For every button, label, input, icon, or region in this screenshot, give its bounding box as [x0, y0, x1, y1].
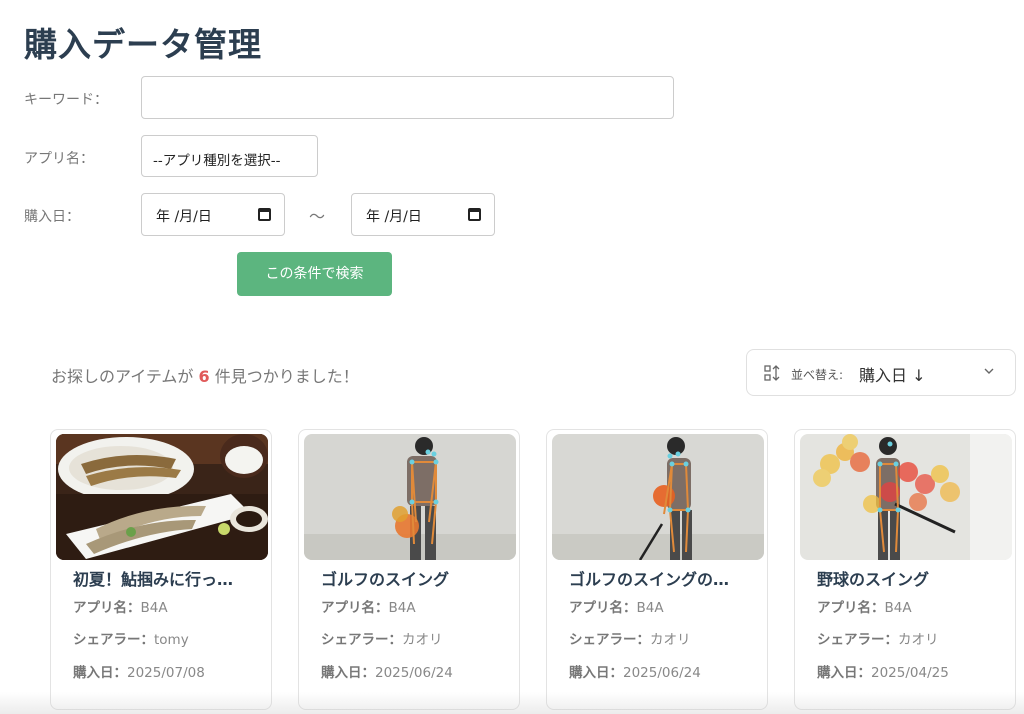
keyword-input[interactable]	[141, 76, 674, 119]
sort-select[interactable]: 並べ替え: 購入日 ↓	[746, 349, 1016, 396]
item-sharer: シェアラー：tomy	[73, 628, 189, 648]
date-value: 2025/06/24	[375, 665, 453, 681]
app-key: アプリ名：	[321, 600, 389, 616]
sharer-value: カオリ	[650, 632, 691, 648]
item-date: 購入日：2025/04/25	[817, 661, 949, 681]
app-value: B4A	[636, 600, 664, 616]
calendar-icon[interactable]	[258, 208, 271, 221]
date-range-separator: 〜	[309, 207, 326, 226]
item-title[interactable]: ゴルフのスイングの…	[569, 566, 754, 590]
date-from-value: 年 /月/日	[156, 209, 212, 225]
item-title[interactable]: ゴルフのスイング	[321, 566, 506, 590]
result-count: 6	[198, 367, 210, 386]
app-label: アプリ名：	[24, 151, 94, 167]
sharer-value: カオリ	[898, 632, 939, 648]
sharer-key: シェアラー：	[321, 632, 402, 648]
date-to-input[interactable]: 年 /月/日	[351, 193, 495, 236]
calendar-icon[interactable]	[468, 208, 481, 221]
item-card[interactable]: 初夏！鮎掴みに行っ… アプリ名：B4A シェアラー：tomy 購入日：2025/…	[50, 429, 272, 710]
date-key: 購入日：	[569, 665, 623, 681]
purchase-date-label: 購入日：	[24, 209, 80, 225]
item-date: 購入日：2025/07/08	[73, 661, 205, 681]
sharer-key: シェアラー：	[817, 632, 898, 648]
item-date: 購入日：2025/06/24	[321, 661, 453, 681]
keyword-label: キーワード：	[24, 92, 108, 108]
date-value: 2025/07/08	[127, 665, 205, 681]
item-app: アプリ名：B4A	[817, 596, 912, 616]
item-thumbnail[interactable]	[552, 434, 764, 560]
sharer-key: シェアラー：	[73, 632, 154, 648]
item-card[interactable]: ゴルフのスイングの… アプリ名：B4A シェアラー：カオリ 購入日：2025/0…	[546, 429, 768, 710]
result-summary: お探しのアイテムが 6 件見つかりました！	[51, 363, 359, 387]
item-thumbnail[interactable]	[304, 434, 516, 560]
app-value: B4A	[140, 600, 168, 616]
app-value: B4A	[388, 600, 416, 616]
item-title[interactable]: 野球のスイング	[817, 566, 1002, 590]
app-key: アプリ名：	[73, 600, 141, 616]
result-suffix: 件見つかりました！	[214, 367, 359, 386]
sort-icon	[764, 365, 780, 381]
date-key: 購入日：	[817, 665, 871, 681]
sharer-key: シェアラー：	[569, 632, 650, 648]
item-sharer: シェアラー：カオリ	[321, 628, 443, 648]
date-key: 購入日：	[73, 665, 127, 681]
app-key: アプリ名：	[569, 600, 637, 616]
result-prefix: お探しのアイテムが	[51, 367, 194, 386]
item-app: アプリ名：B4A	[569, 596, 664, 616]
sharer-value: カオリ	[402, 632, 443, 648]
item-sharer: シェアラー：カオリ	[817, 628, 939, 648]
sort-value: 購入日 ↓	[859, 366, 926, 385]
date-value: 2025/06/24	[623, 665, 701, 681]
app-type-select[interactable]: --アプリ種別を選択--	[141, 135, 318, 177]
search-button[interactable]: この条件で検索	[237, 252, 392, 296]
app-value: B4A	[884, 600, 912, 616]
date-key: 購入日：	[321, 665, 375, 681]
chevron-down-icon	[984, 368, 994, 374]
item-app: アプリ名：B4A	[73, 596, 168, 616]
item-thumbnail[interactable]	[800, 434, 1012, 560]
item-card[interactable]: 野球のスイング アプリ名：B4A シェアラー：カオリ 購入日：2025/04/2…	[794, 429, 1016, 710]
date-to-value: 年 /月/日	[366, 209, 422, 225]
page-title: 購入データ管理	[24, 25, 262, 64]
item-sharer: シェアラー：カオリ	[569, 628, 691, 648]
sort-label: 並べ替え:	[791, 368, 844, 382]
date-from-input[interactable]: 年 /月/日	[141, 193, 285, 236]
item-card[interactable]: ゴルフのスイング アプリ名：B4A シェアラー：カオリ 購入日：2025/06/…	[298, 429, 520, 710]
item-thumbnail[interactable]	[56, 434, 268, 560]
date-value: 2025/04/25	[871, 665, 949, 681]
sharer-value: tomy	[154, 632, 189, 648]
item-app: アプリ名：B4A	[321, 596, 416, 616]
item-title[interactable]: 初夏！鮎掴みに行っ…	[73, 566, 258, 590]
item-date: 購入日：2025/06/24	[569, 661, 701, 681]
app-key: アプリ名：	[817, 600, 885, 616]
